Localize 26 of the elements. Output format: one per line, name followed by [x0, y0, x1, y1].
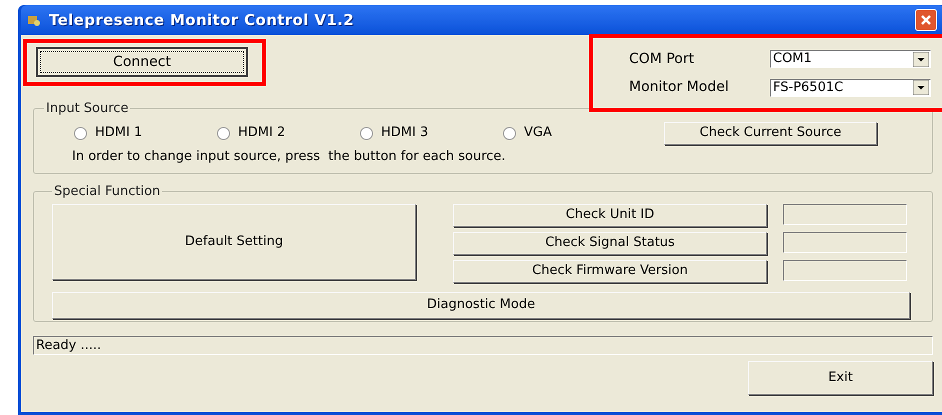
hint-text: In order to change input source, press the button for each source. [72, 148, 507, 166]
close-icon [920, 14, 932, 26]
check-button[interactable]: Check Signal Status [453, 232, 767, 254]
default-setting-button[interactable]: Default Setting [52, 204, 416, 280]
dropdown[interactable]: FS-P6501C [770, 78, 931, 97]
radio-option[interactable]: HDMI 3 [360, 123, 503, 143]
check-button[interactable]: Check Firmware Version [453, 260, 767, 282]
field-label: COM Port [629, 50, 696, 69]
dropdown-arrow-icon[interactable] [913, 80, 929, 96]
app-icon [27, 13, 41, 27]
dropdown[interactable]: COM1 [770, 50, 931, 68]
connect-button[interactable]: Connect [36, 47, 248, 77]
group-title: Special Function [53, 183, 162, 201]
radio-option[interactable]: VGA [503, 123, 646, 143]
check-current-source-button[interactable]: Check Current Source [664, 122, 877, 144]
check-button[interactable]: Check Unit ID [453, 204, 767, 226]
radio-option[interactable]: HDMI 1 [74, 123, 217, 143]
dropdown-arrow-icon[interactable] [913, 52, 929, 67]
diagnostic-mode-button[interactable]: Diagnostic Mode [52, 292, 910, 318]
window-title: Telepresence Monitor Control V1.2 [49, 10, 354, 31]
close-button[interactable] [915, 9, 937, 31]
field-label: Monitor Model [629, 78, 730, 98]
status-bar: Ready ..... [33, 336, 933, 355]
group-title: Input Source [45, 100, 130, 118]
radio-option[interactable]: HDMI 2 [217, 123, 360, 143]
exit-button[interactable]: Exit [748, 361, 933, 395]
